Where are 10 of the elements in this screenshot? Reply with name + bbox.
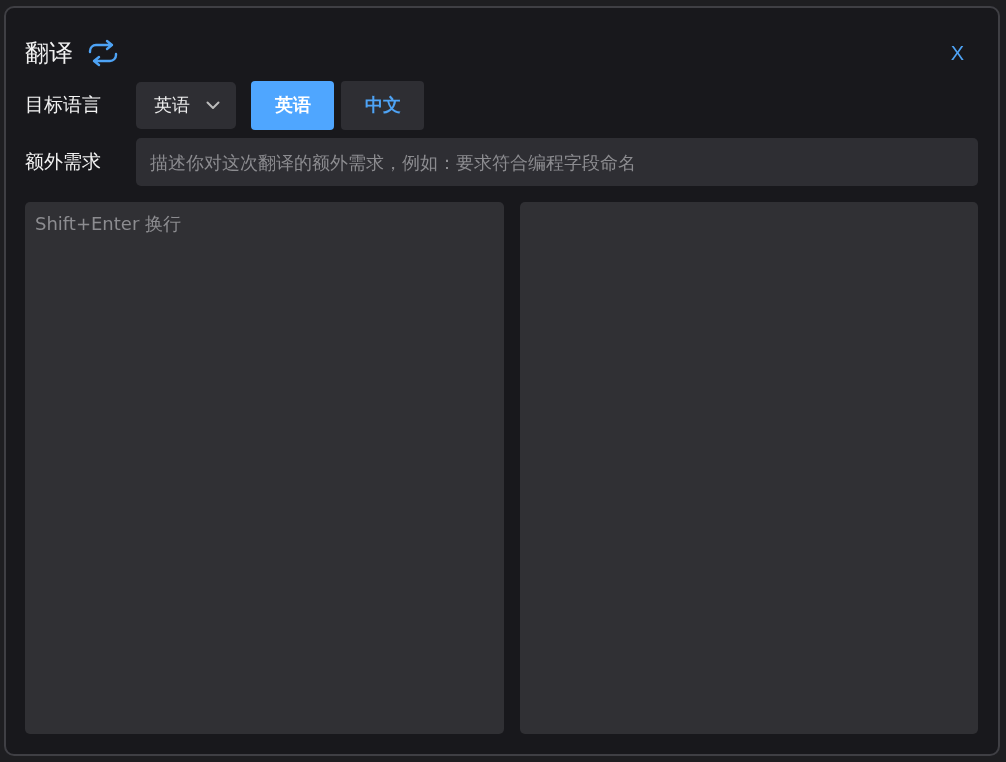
source-text-field[interactable]: Shift+Enter 换行 [25, 202, 504, 734]
language-dropdown[interactable]: 英语 [136, 81, 236, 129]
extra-requirements-field[interactable]: 描述你对这次翻译的额外需求，例如：要求符合编程字段命名 [136, 138, 978, 186]
close-button[interactable]: X [944, 39, 970, 67]
language-option-button[interactable]: 中文 [341, 80, 424, 130]
extra-requirements-label: 额外需求 [25, 149, 102, 174]
dialog-title: 翻译 [25, 38, 73, 69]
target-language-label: 目标语言 [25, 92, 102, 117]
chevron-down-icon [206, 100, 220, 110]
refresh-icon[interactable] [87, 38, 119, 68]
